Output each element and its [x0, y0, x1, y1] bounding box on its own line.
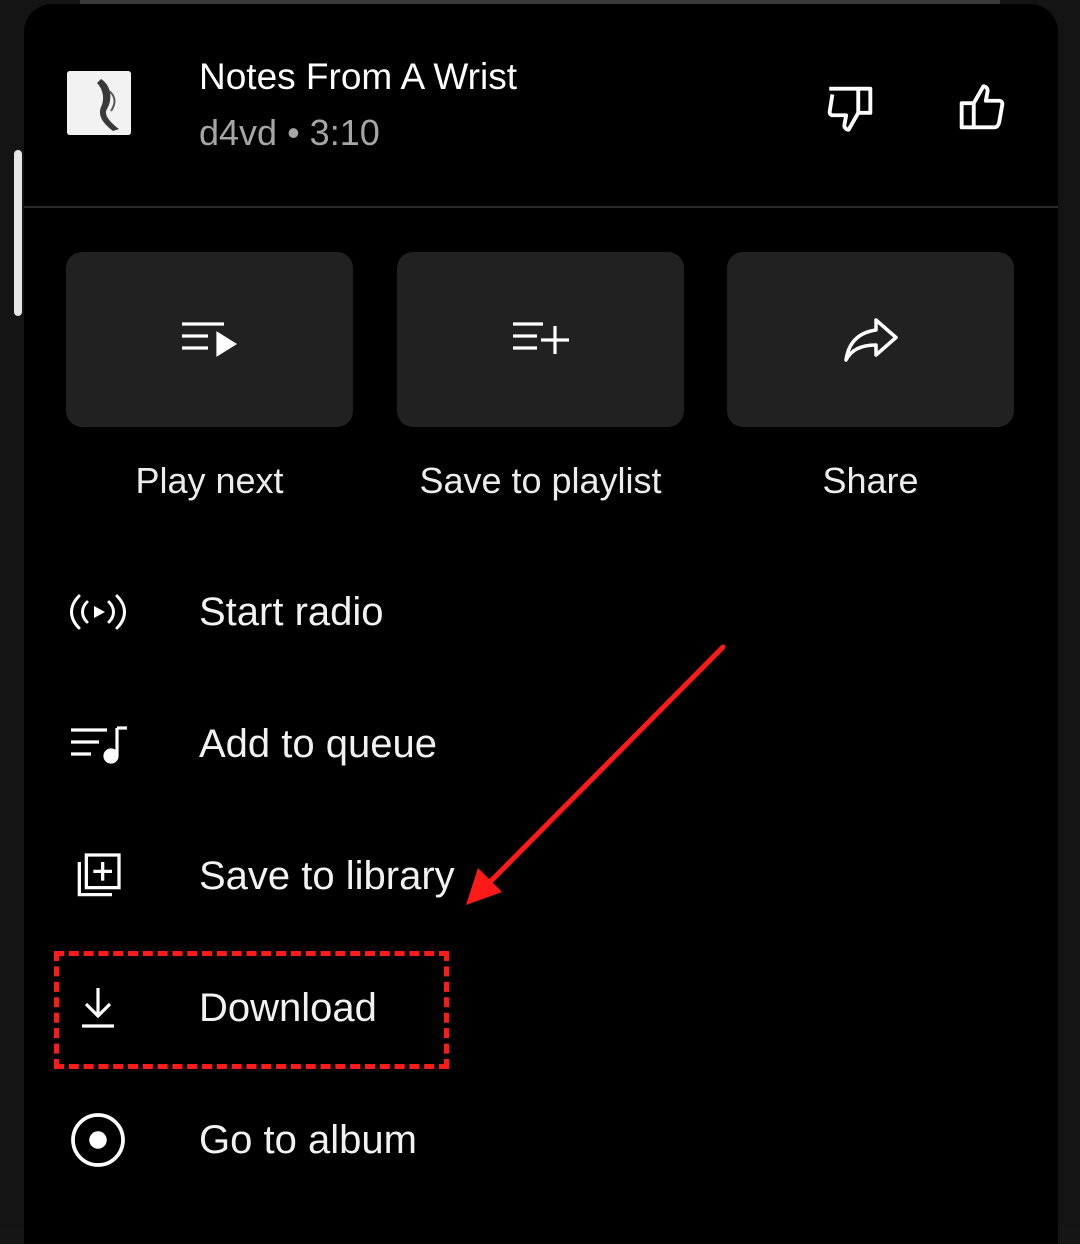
play-next-label: Play next	[135, 460, 284, 501]
song-title: Notes From A Wrist	[199, 56, 517, 97]
like-button[interactable]	[949, 76, 1013, 140]
play-next-tile[interactable]	[66, 252, 353, 427]
song-artist-duration: d4vd • 3:10	[199, 112, 380, 153]
scrollbar[interactable]	[14, 150, 22, 316]
menu-item-add-to-queue[interactable]: Add to queue	[24, 684, 1058, 804]
save-to-playlist-label: Save to playlist	[419, 460, 662, 501]
add-to-queue-label: Add to queue	[199, 722, 437, 766]
dislike-button[interactable]	[819, 76, 883, 140]
radio-icon	[64, 578, 132, 646]
queue-music-icon	[64, 710, 132, 778]
save-to-library-label: Save to library	[199, 854, 455, 898]
share-tile[interactable]	[727, 252, 1014, 427]
go-to-album-label: Go to album	[199, 1118, 417, 1162]
menu-item-save-to-library[interactable]: Save to library	[24, 816, 1058, 936]
start-radio-label: Start radio	[199, 590, 384, 634]
share-label: Share	[822, 460, 919, 501]
song-header: Notes From A Wrist d4vd • 3:10	[24, 4, 1058, 208]
play-next-icon	[181, 321, 237, 357]
share-icon	[843, 317, 898, 362]
thumbs-down-icon	[827, 86, 873, 132]
library-add-icon	[64, 842, 132, 910]
album-art-thumbnail	[67, 71, 131, 135]
menu-item-start-radio[interactable]: Start radio	[24, 552, 1058, 672]
menu-item-go-to-album[interactable]: Go to album	[24, 1080, 1058, 1200]
download-highlight-box	[54, 951, 449, 1069]
thumbs-up-icon	[959, 84, 1005, 130]
save-to-playlist-tile[interactable]	[397, 252, 684, 427]
album-icon	[64, 1106, 132, 1174]
playlist-add-icon	[512, 321, 569, 354]
